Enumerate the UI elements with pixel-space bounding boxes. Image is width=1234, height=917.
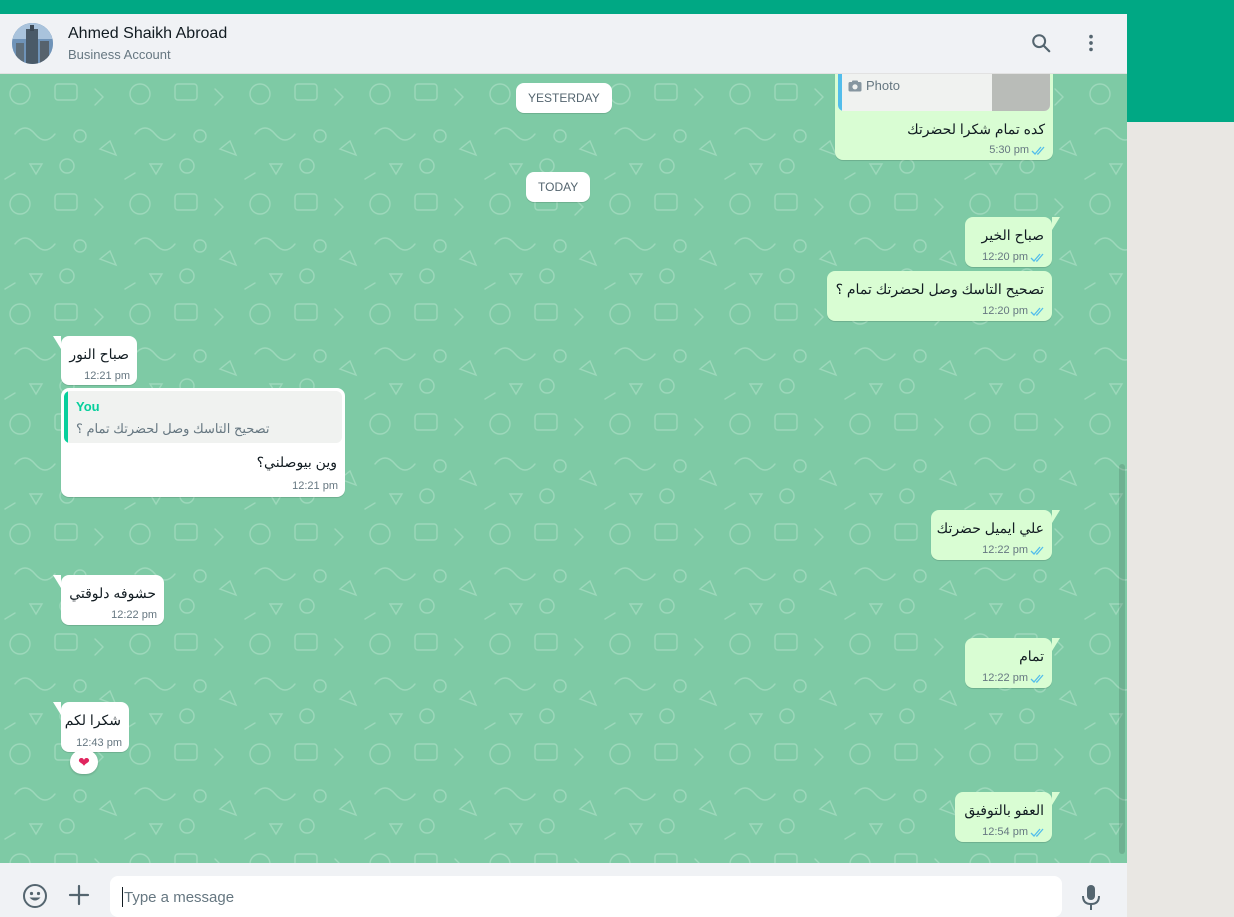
contact-name[interactable]: Ahmed Shaikh Abroad	[68, 25, 227, 43]
message-incoming[interactable]: You تصحيح التاسك وصل لحضرتك تمام ؟ وين ب…	[61, 388, 345, 497]
bubble-tail	[53, 336, 61, 349]
message-text: صباح النور	[69, 346, 129, 362]
date-chip-yesterday: YESTERDAY	[516, 83, 612, 113]
message-time: 12:20 pm	[982, 251, 1028, 263]
chat-window: Ahmed Shaikh Abroad Business Account YES…	[0, 14, 1127, 917]
message-text: حشوفه دلوقتي	[69, 585, 156, 601]
camera-icon	[848, 80, 862, 91]
message-input-box[interactable]	[110, 876, 1062, 917]
message-time: 12:21 pm	[84, 370, 130, 382]
voice-button[interactable]	[1080, 884, 1102, 912]
message-time: 12:21 pm	[292, 480, 338, 492]
read-ticks-icon	[1030, 253, 1044, 262]
bubble-tail	[1052, 638, 1060, 651]
quote-label: Photo	[866, 78, 900, 93]
message-incoming[interactable]: شكرا لكم 12:43 pm	[53, 702, 129, 752]
search-button[interactable]	[1028, 30, 1054, 56]
bubble-tail	[53, 702, 61, 715]
bubble-tail	[1052, 217, 1060, 230]
emoji-icon	[23, 884, 47, 908]
message-outgoing[interactable]: العفو بالتوفيق 12:54 pm	[955, 792, 1060, 842]
composer-bar	[0, 863, 1127, 917]
message-incoming[interactable]: حشوفه دلوقتي 12:22 pm	[53, 575, 164, 625]
contact-subtitle: Business Account	[68, 47, 171, 62]
message-outgoing[interactable]: تصحيح التاسك وصل لحضرتك تمام ؟ 12:20 pm	[827, 271, 1052, 321]
message-time: 12:54 pm	[982, 826, 1028, 838]
read-ticks-icon	[1030, 307, 1044, 316]
heart-reaction[interactable]: ❤	[70, 750, 98, 774]
avatar[interactable]	[12, 23, 53, 64]
quoted-photo[interactable]: Photo	[838, 74, 1050, 111]
bubble-tail	[53, 575, 61, 588]
photo-thumbnail[interactable]	[992, 74, 1050, 111]
message-text: تصحيح التاسك وصل لحضرتك تمام ؟	[835, 281, 1044, 297]
bubble-tail	[1052, 510, 1060, 523]
message-text: العفو بالتوفيق	[964, 802, 1044, 818]
chat-header[interactable]: Ahmed Shaikh Abroad Business Account	[0, 14, 1127, 74]
date-chip-today: TODAY	[526, 172, 591, 202]
message-text: صباح الخير	[981, 227, 1044, 243]
quote-author: You	[76, 399, 100, 414]
message-time: 5:30 pm	[989, 144, 1029, 156]
message-text: وين بيوصلني؟	[256, 454, 337, 470]
plus-icon	[68, 884, 90, 906]
side-panel	[1127, 122, 1234, 917]
microphone-icon	[1082, 885, 1100, 910]
message-text: علي ايميل حضرتك	[936, 520, 1044, 536]
read-ticks-icon	[1031, 146, 1045, 155]
message-time: 12:22 pm	[982, 544, 1028, 556]
message-text: تمام	[1019, 648, 1044, 664]
message-input[interactable]	[122, 876, 1046, 917]
menu-button[interactable]	[1078, 30, 1104, 56]
read-ticks-icon	[1030, 674, 1044, 683]
read-ticks-icon	[1030, 828, 1044, 837]
message-outgoing[interactable]: تمام 12:22 pm	[965, 638, 1060, 688]
more-vertical-icon	[1089, 34, 1093, 52]
scrollbar[interactable]	[1119, 464, 1125, 854]
emoji-button[interactable]	[22, 883, 48, 909]
read-ticks-icon	[1030, 546, 1044, 555]
message-outgoing[interactable]: Photo كده تمام شكرا لحضرتك 5:30 pm	[835, 74, 1053, 160]
message-outgoing[interactable]: علي ايميل حضرتك 12:22 pm	[931, 510, 1060, 560]
bubble-tail	[1052, 792, 1060, 805]
message-time: 12:22 pm	[111, 609, 157, 621]
search-icon	[1032, 34, 1051, 53]
quoted-message[interactable]: You تصحيح التاسك وصل لحضرتك تمام ؟	[64, 391, 342, 443]
message-text: كده تمام شكرا لحضرتك	[907, 121, 1045, 137]
message-time: 12:43 pm	[76, 737, 122, 749]
message-time: 12:20 pm	[982, 305, 1028, 317]
quote-text: تصحيح التاسك وصل لحضرتك تمام ؟	[76, 421, 270, 436]
attach-button[interactable]	[67, 883, 91, 907]
message-time: 12:22 pm	[982, 672, 1028, 684]
message-outgoing[interactable]: صباح الخير 12:20 pm	[965, 217, 1060, 267]
message-incoming[interactable]: صباح النور 12:21 pm	[53, 336, 137, 385]
heart-icon: ❤	[78, 753, 90, 770]
message-text: شكرا لكم	[64, 712, 121, 728]
message-list[interactable]: YESTERDAY TODAY Photo كده تمام شكرا لحضر…	[0, 74, 1127, 863]
